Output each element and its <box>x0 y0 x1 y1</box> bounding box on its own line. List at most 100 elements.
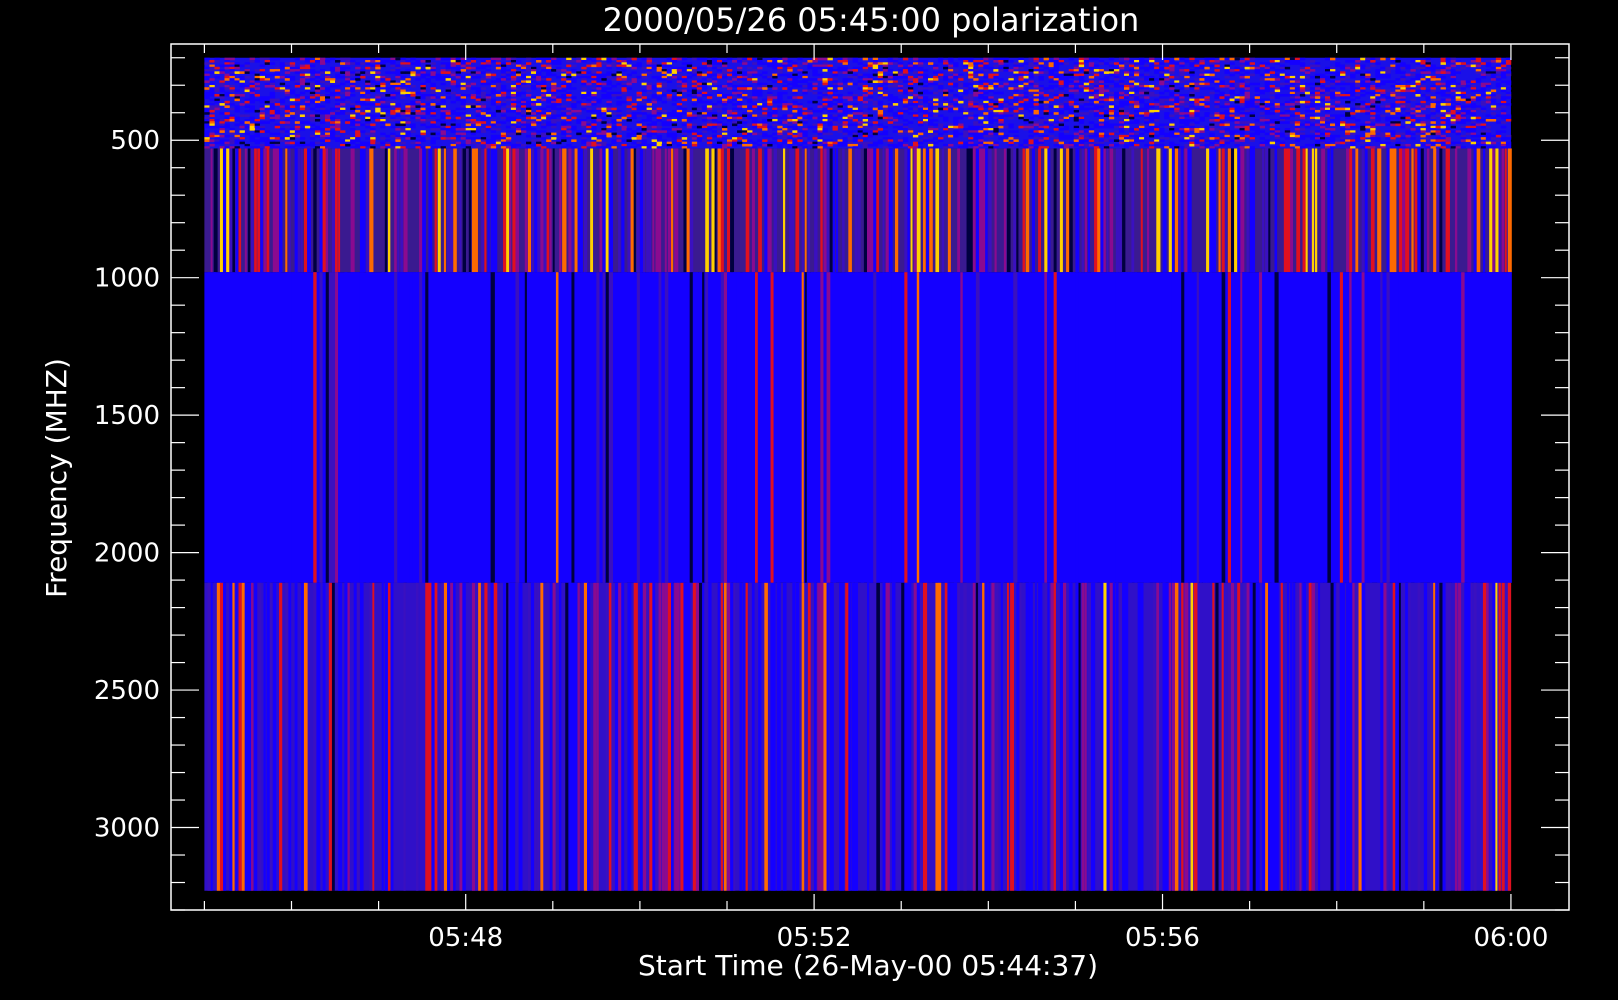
heatmap-cell <box>1440 71 1446 74</box>
heatmap-cell <box>656 116 662 120</box>
heatmap-cell <box>581 87 587 90</box>
heatmap-cell <box>1465 64 1472 68</box>
heatmap-cell <box>877 75 884 79</box>
heatmap-cell <box>973 114 979 118</box>
heatmap-cell <box>938 73 944 77</box>
heatmap-cell <box>1480 91 1487 95</box>
heatmap-cell <box>691 69 698 72</box>
heatmap-cell <box>1214 103 1220 106</box>
heatmap-cell <box>953 98 959 102</box>
heatmap-cell <box>581 118 587 122</box>
heatmap-cell <box>219 84 225 88</box>
heatmap-cell <box>933 107 939 111</box>
heatmap-cell <box>1440 60 1446 63</box>
heatmap-cell <box>988 118 994 122</box>
heatmap-cell <box>978 123 984 127</box>
heatmap-cell <box>1475 69 1482 72</box>
heatmap-cell <box>676 78 683 81</box>
heatmap-cell <box>591 87 597 90</box>
heatmap-cell <box>666 123 673 127</box>
heatmap-cell <box>892 62 899 65</box>
heatmap-cell <box>1495 130 1502 133</box>
heatmap-cell <box>591 64 597 68</box>
heatmap-cell <box>711 125 718 129</box>
heatmap-cell <box>330 91 336 95</box>
heatmap-cell <box>988 96 994 99</box>
heatmap-cell <box>1470 130 1477 133</box>
heatmap-cell <box>1083 100 1090 104</box>
heatmap-cell <box>294 66 301 70</box>
heatmap-cell <box>767 112 773 115</box>
heatmap-cell <box>294 71 301 74</box>
heatmap-cell <box>817 109 823 113</box>
heatmap-cell <box>1194 121 1200 124</box>
heatmap-cell <box>395 66 401 70</box>
heatmap-cell <box>983 82 989 86</box>
heatmap-cell <box>732 134 738 138</box>
heatmap-cell <box>289 105 296 108</box>
heatmap-cell <box>204 109 210 113</box>
heatmap-cell <box>556 89 562 93</box>
heatmap-cell <box>696 132 703 136</box>
heatmap-cell <box>1500 75 1507 79</box>
heatmap-cell <box>1224 75 1230 79</box>
heatmap-cell <box>606 60 612 63</box>
heatmap-cell <box>1088 134 1095 138</box>
heatmap-cell <box>309 82 316 86</box>
heatmap-cell <box>1169 71 1175 74</box>
heatmap-cell <box>676 80 683 83</box>
heatmap-cell <box>440 123 446 127</box>
heatmap-cell <box>747 116 753 120</box>
heatmap-cell <box>953 84 959 88</box>
heatmap-cell <box>752 121 758 124</box>
heatmap-cell <box>319 116 326 120</box>
heatmap-cell <box>1199 69 1205 72</box>
heatmap-cell <box>460 62 466 65</box>
heatmap-cell <box>616 130 622 133</box>
heatmap-cell <box>204 121 210 124</box>
heatmap-cell <box>1455 121 1461 124</box>
heatmap-cell <box>827 57 833 61</box>
heatmap-cell <box>566 94 572 97</box>
heatmap-cell <box>892 60 899 63</box>
heatmap-cell <box>1184 87 1190 90</box>
heatmap-cell <box>651 75 657 79</box>
heatmap-cell <box>842 121 848 124</box>
heatmap-cell <box>249 60 255 63</box>
heatmap-cell <box>1465 130 1472 133</box>
heatmap-cell <box>1335 91 1341 95</box>
heatmap-cell <box>1420 66 1426 70</box>
heatmap-cell <box>822 100 828 104</box>
heatmap-cell <box>465 73 472 77</box>
heatmap-cell <box>651 96 657 99</box>
heatmap-cell <box>541 116 547 120</box>
heatmap-cell <box>586 82 592 86</box>
heatmap-cell <box>666 128 673 131</box>
heatmap-cell <box>1038 87 1044 90</box>
heatmap-cell <box>1304 100 1311 104</box>
heatmap-cell <box>1259 103 1265 106</box>
heatmap-cell <box>370 87 376 90</box>
heatmap-cell <box>1073 71 1080 74</box>
heatmap-cell <box>857 80 863 83</box>
heatmap-cell <box>224 60 230 63</box>
heatmap-cell <box>561 69 567 72</box>
heatmap-cell <box>802 134 808 138</box>
heatmap-cell <box>350 123 356 127</box>
heatmap-cell <box>556 118 562 122</box>
heatmap-cell <box>1309 96 1316 99</box>
heatmap-cell <box>571 105 577 108</box>
heatmap-cell <box>646 87 652 90</box>
heatmap-cell <box>355 73 361 77</box>
heatmap-cell <box>1169 91 1175 95</box>
heatmap-cell <box>561 116 567 120</box>
heatmap-cell <box>1420 80 1426 83</box>
heatmap-cell <box>465 84 472 88</box>
heatmap-cell <box>274 116 281 120</box>
heatmap-cell <box>907 96 914 99</box>
heatmap-cell <box>1073 116 1080 120</box>
heatmap-cell <box>1154 69 1160 72</box>
heatmap-cell <box>907 107 914 111</box>
heatmap-cell <box>1279 121 1286 124</box>
heatmap-cell <box>1370 91 1376 95</box>
